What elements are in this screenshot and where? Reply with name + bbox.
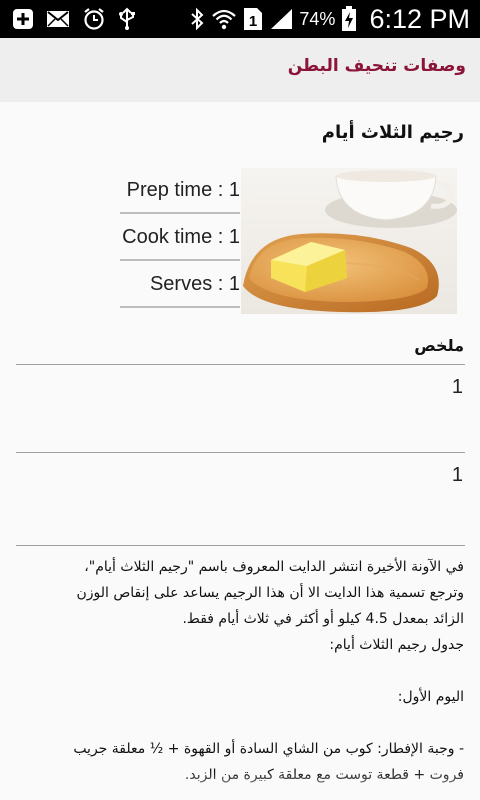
recipe-detail[interactable]: رجيم الثلاث أيام Prep time: 1 Cook time… xyxy=(0,102,480,800)
battery-percent: 74% xyxy=(299,8,336,29)
divider xyxy=(16,452,465,453)
sim-slot-number: 1 xyxy=(249,13,257,30)
description-line: وترجع تسمية هذا الدايت الا أن هذا الرجيم… xyxy=(76,585,464,601)
recipe-description: في الآونة الأخيرة انتشر الدايت المعروف ب… xyxy=(36,554,464,788)
signal-icon xyxy=(269,7,293,31)
meal-line: - وجبة الإفطار: كوب من الشاي السادة أو ا… xyxy=(73,741,464,757)
battery-charging-icon xyxy=(341,6,357,31)
description-line: الزائد بمعدل 4.5 كيلو أو أكثر في ثلاث أي… xyxy=(182,611,464,627)
summary-item: 1 xyxy=(451,464,463,486)
divider xyxy=(16,364,465,365)
divider xyxy=(16,545,465,546)
summary-item: 1 xyxy=(451,376,463,398)
email-icon xyxy=(46,7,70,31)
day-heading: اليوم الأول: xyxy=(397,689,464,705)
usb-icon xyxy=(118,7,136,31)
recipe-title: رجيم الثلاث أيام xyxy=(321,122,464,143)
description-line: في الآونة الأخيرة انتشر الدايت المعروف ب… xyxy=(84,559,464,575)
cook-time: Cook time : 1 xyxy=(120,215,240,261)
schedule-title: جدول رجيم الثلاث أيام: xyxy=(329,637,464,653)
status-bar: 1 74% 6:12 PM xyxy=(0,0,480,38)
sim-1-icon: 1 xyxy=(243,7,263,31)
scroll-fade xyxy=(0,772,480,800)
summary-heading: ملخص xyxy=(414,336,464,355)
bluetooth-icon xyxy=(189,7,205,31)
wifi-icon xyxy=(211,7,237,31)
system-icons: 1 74% 6:12 PM xyxy=(189,4,480,35)
app-title: وصفات تنحيف البطن xyxy=(287,56,466,76)
toast-with-butter-image[interactable] xyxy=(241,168,457,314)
alarm-clock-icon xyxy=(82,7,106,31)
notification-icons xyxy=(0,7,136,31)
app-bar: وصفات تنحيف البطن xyxy=(0,38,480,102)
prep-time: Prep time : 1 xyxy=(120,168,240,214)
add-icon xyxy=(12,7,34,31)
serves: Serves : 1 xyxy=(120,262,240,308)
clock: 6:12 PM xyxy=(369,3,470,34)
